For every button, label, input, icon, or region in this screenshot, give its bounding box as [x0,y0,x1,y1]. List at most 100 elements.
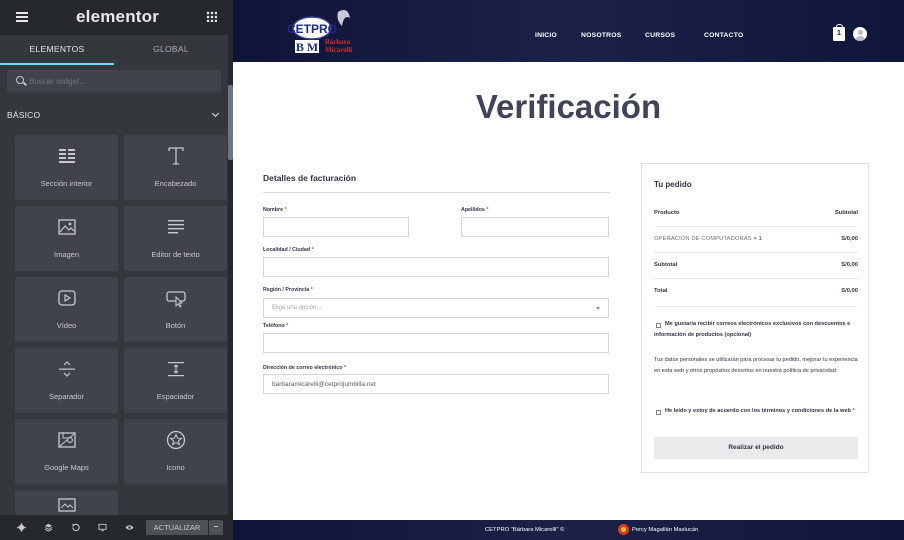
nav-contacto[interactable]: CONTACTO [704,32,743,39]
widget-image[interactable]: Imagen [15,206,118,271]
label-region: Región / Provincia * [263,287,313,293]
site-header: CETPRO B M Bárbara Micarelli INICIO NOSO… [233,0,904,62]
widget-spacer[interactable]: Espaciador [124,348,227,413]
history-icon[interactable] [71,523,80,532]
order-header-row: Producto Subtotal [654,201,858,227]
cart-count: 1 [837,30,841,37]
item-price: S/0,00 [841,236,858,242]
widget-button[interactable]: Botón [124,277,227,342]
page-title: Verificación [475,88,662,125]
settings-gear-icon[interactable] [17,523,26,532]
cetpro-logo[interactable]: CETPRO B M Bárbara Micarelli [288,6,374,56]
responsive-mode-icon[interactable] [98,523,107,532]
widget-label: Google Maps [44,463,89,472]
nav-inicio[interactable]: INICIO [535,32,557,39]
label-telefono: Teléfono * [263,323,289,329]
select-arrow-icon [596,307,600,310]
menu-icon[interactable] [16,12,28,22]
billing-title: Detalles de facturación [263,173,357,183]
google-maps-icon [58,432,76,448]
telefono-input[interactable] [263,333,609,353]
text-editor-icon [168,220,184,234]
user-avatar-icon[interactable] [853,27,867,41]
widget-label: Editor de texto [151,250,200,259]
widget-label: Encabezado [154,179,197,188]
widget-icon[interactable]: Icono [124,419,227,484]
tab-elementos[interactable]: ELEMENTOS [0,35,114,65]
widget-google-maps[interactable]: Google Maps [15,419,118,484]
region-select[interactable]: Elige una opción... [263,298,609,318]
label-localidad: Localidad / Ciudad * [263,247,314,253]
navigator-layers-icon[interactable] [44,523,53,532]
update-button[interactable]: ACTUALIZAR [146,520,208,535]
nav-cursos[interactable]: CURSOS [645,32,675,39]
widgets-grid-icon[interactable] [206,11,217,22]
email-input[interactable] [263,374,609,394]
widget-label: Vídeo [56,321,77,330]
heading-icon [168,147,184,165]
place-order-button[interactable]: Realizar el pedido [654,437,858,459]
cart-bag-icon[interactable]: 1 [833,24,845,41]
subtotal-label: Subtotal [654,262,678,268]
terms-text: He leído y estoy de acuerdo con los térm… [665,408,855,414]
total-value: S/0,00 [841,288,858,294]
update-options-button[interactable] [209,520,223,535]
inner-section-icon [59,149,75,163]
col-subtotal: Subtotal [834,210,858,216]
search-icon [16,76,24,84]
widget-heading[interactable]: Encabezado [124,135,227,200]
category-label: BÁSICO [7,110,41,120]
item-name: OPERACIÓN DE COMPUTADORAS × 1 [654,236,762,242]
widget-label: Sección interior [40,179,93,188]
widget-label: Imagen [53,250,80,259]
total-label: Total [654,288,668,294]
widget-label: Icono [166,463,185,472]
widget-inner-section[interactable]: Sección interior [15,135,118,200]
button-icon [166,291,186,308]
widget-image-box[interactable] [15,490,118,515]
nav-nosotros[interactable]: NOSOTROS [581,32,622,39]
col-product: Producto [654,210,680,216]
image-icon [58,219,76,235]
label-email: Dirección de correo electrónico * [263,365,347,371]
elementor-logo: elementor [76,7,160,26]
svg-text:Micarelli: Micarelli [325,46,352,54]
divider [263,192,610,193]
svg-text:B M: B M [296,40,318,54]
order-item-row: OPERACIÓN DE COMPUTADORAS × 1 S/0,00 [654,227,858,253]
author-emblem-icon [618,524,629,535]
divider-icon [59,361,75,377]
localidad-input[interactable] [263,257,609,277]
svg-text:Bárbara: Bárbara [325,38,351,46]
widget-search-input[interactable] [29,73,209,89]
widget-video[interactable]: Vídeo [15,277,118,342]
spacer-icon [168,362,184,377]
category-basico[interactable]: BÁSICO [0,103,228,127]
widget-label: Separador [48,392,85,401]
order-summary: Tu pedido Producto Subtotal OPERACIÓN DE… [641,163,869,473]
widget-text-editor[interactable]: Editor de texto [124,206,227,271]
panel-header: elementor [0,0,233,35]
svg-text:CETPRO: CETPRO [288,22,337,36]
privacy-text: Tus datos personales se utilizarán para … [654,357,858,374]
widget-divider[interactable]: Separador [15,348,118,413]
elementor-panel: elementor ELEMENTOS GLOBAL BÁSICO Secció… [0,0,233,540]
site-preview: CETPRO B M Bárbara Micarelli INICIO NOSO… [233,0,904,540]
order-title: Tu pedido [654,180,692,189]
tab-global[interactable]: GLOBAL [114,35,228,65]
label-nombre: Nombre * [263,207,287,213]
subtotal-value: S/0,00 [841,262,858,268]
apellidos-input[interactable] [461,217,609,237]
footer-copyright: CETPRO "Bárbara Micarelli" © [485,527,565,533]
total-row: Total S/0,00 [654,279,858,307]
subtotal-row: Subtotal S/0,00 [654,253,858,279]
panel-tabs: ELEMENTOS GLOBAL [0,35,228,65]
widget-search [7,70,221,92]
widget-label: Espaciador [156,392,195,401]
nombre-input[interactable] [263,217,409,237]
label-apellidos: Apellidos * [461,207,489,213]
chevron-down-icon [211,109,220,118]
preview-eye-icon[interactable] [125,523,134,532]
site-footer: CETPRO "Bárbara Micarelli" © Percy Magal… [233,520,904,540]
star-icon [166,430,186,450]
